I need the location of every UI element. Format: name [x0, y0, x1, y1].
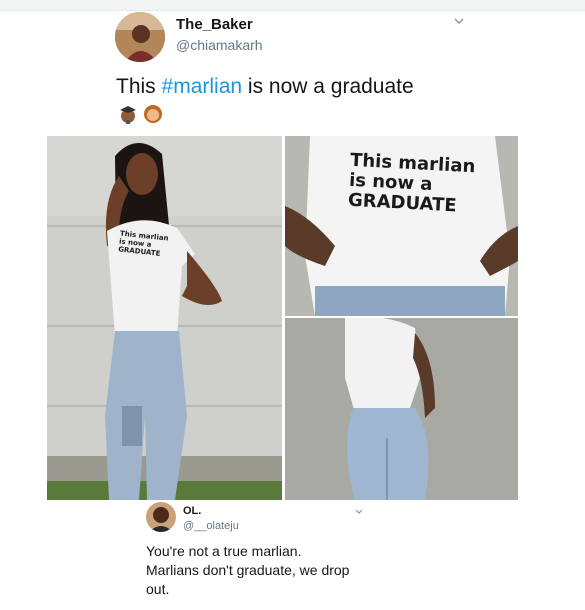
- reply-author-name[interactable]: OL.: [183, 505, 201, 517]
- avatar[interactable]: [115, 12, 165, 62]
- hashtag-link[interactable]: #marlian: [162, 75, 243, 98]
- reply-text: You're not a true marlian. Marlians don'…: [146, 542, 406, 599]
- top-divider: [0, 0, 585, 11]
- tweet-text-after: is now a graduate: [242, 75, 414, 98]
- author-handle[interactable]: @chiamakarh: [176, 37, 263, 53]
- photo-top-right[interactable]: This marlian is now a GRADUATE: [285, 136, 518, 316]
- shirt-text-large: This marlian is now a GRADUATE: [348, 150, 476, 217]
- author-name[interactable]: The_Baker: [176, 16, 253, 33]
- chevron-down-icon[interactable]: [452, 14, 466, 28]
- photo-bottom-right[interactable]: [285, 318, 518, 500]
- photo-left[interactable]: This marlian is now a GRADUATE: [47, 136, 282, 500]
- tweet-text-before: This: [116, 75, 162, 98]
- reply-text-line-2: Marlians don't graduate, we drop: [146, 562, 350, 578]
- tweet-text: This #marlian is now a graduate: [116, 75, 414, 99]
- woman-emoji-icon: [143, 104, 163, 124]
- shirt-text-small: This marlian is now a GRADUATE: [118, 230, 169, 259]
- student-emoji-icon: [118, 104, 138, 124]
- reply-chevron-down-icon[interactable]: [354, 504, 364, 514]
- avatar-photo: [115, 12, 165, 62]
- reply-text-line-3: out.: [146, 581, 170, 597]
- reply-author-handle[interactable]: @__olateju: [183, 520, 239, 532]
- reply-text-line-1: You're not a true marlian.: [146, 543, 302, 559]
- reply-avatar[interactable]: [146, 502, 176, 532]
